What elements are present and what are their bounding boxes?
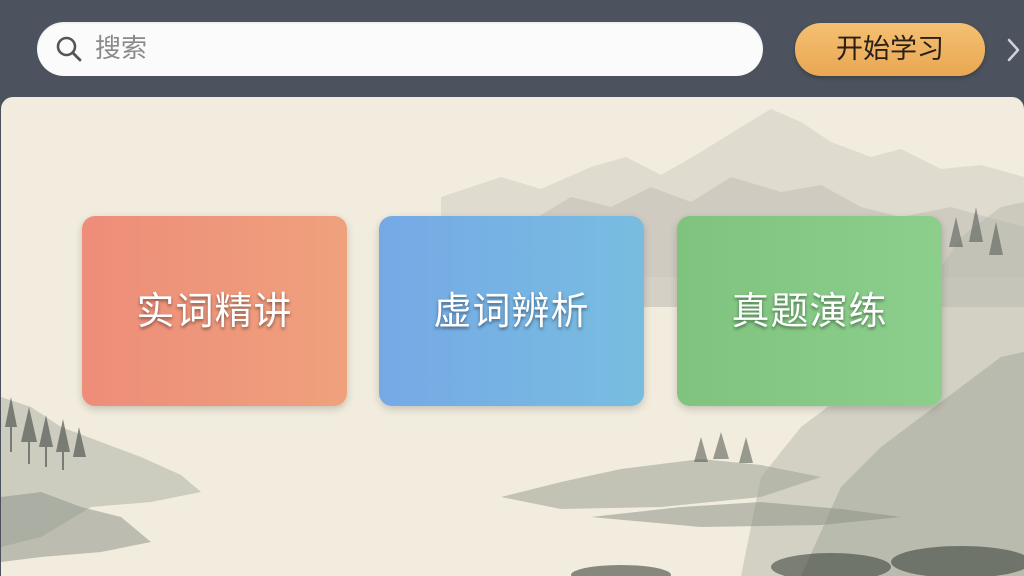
card-notional-words[interactable]: 实词精讲 [82, 216, 347, 406]
top-bar: 搜索 开始学习 [0, 0, 1024, 100]
search-icon [56, 36, 82, 62]
chevron-right-icon[interactable] [1004, 36, 1024, 64]
search-input[interactable]: 搜索 [37, 22, 763, 76]
card-function-words[interactable]: 虚词辨析 [379, 216, 644, 406]
search-placeholder: 搜索 [95, 34, 148, 64]
start-learning-button[interactable]: 开始学习 [795, 23, 985, 76]
card-exam-practice[interactable]: 真题演练 [677, 216, 942, 406]
landscape-background: 实词精讲 虚词辨析 真题演练 [1, 97, 1024, 576]
